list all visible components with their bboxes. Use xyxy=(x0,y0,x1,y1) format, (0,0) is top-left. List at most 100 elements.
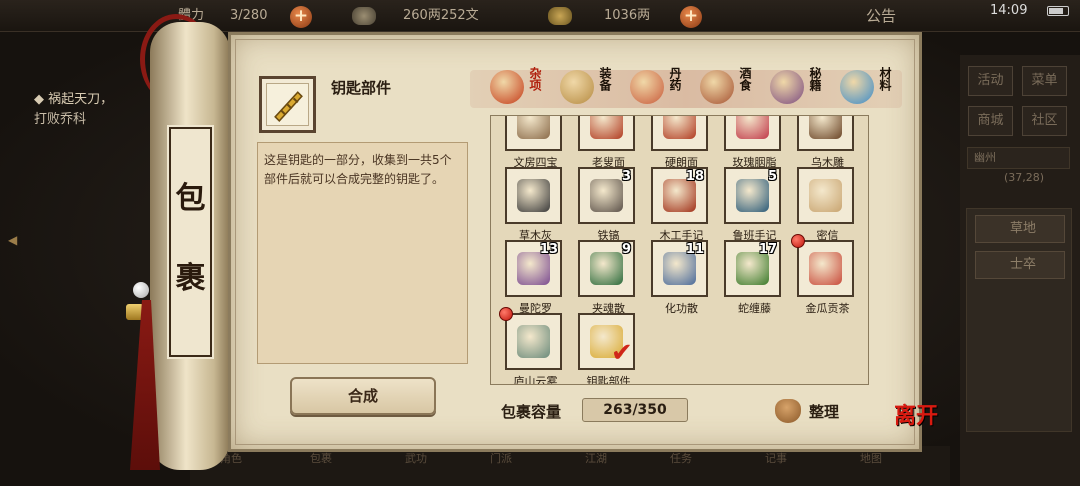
nav-task[interactable]: 任务 xyxy=(670,450,692,466)
location-coords: (37,28) xyxy=(1004,171,1045,184)
silver-icon xyxy=(352,7,376,25)
item-name: 金瓜贡茶 xyxy=(805,302,850,315)
tab-label: 装备 xyxy=(598,67,612,91)
material-crystal-icon xyxy=(840,70,874,104)
item-count: 3 xyxy=(621,169,631,184)
item-slot[interactable]: 庐山云雾 xyxy=(505,313,562,384)
item-description: 这是钥匙的一部分，收集到一共5个部件后就可以合成完整的钥匙了。 xyxy=(257,142,468,364)
item-slot[interactable]: 密信 xyxy=(797,167,854,242)
item-slot[interactable]: 18 木工手记 xyxy=(651,167,708,242)
activity-button[interactable]: 活动 xyxy=(968,66,1013,96)
tab-4[interactable]: 秘籍 xyxy=(758,66,828,112)
quest-title: 祸起天刀， xyxy=(48,92,114,107)
tab-label: 酒食 xyxy=(738,67,752,91)
nearby-item-grass[interactable]: 草地 xyxy=(975,215,1065,243)
item-slot[interactable]: 3 铁镐 xyxy=(578,167,635,242)
sort-button[interactable]: 整理 xyxy=(775,397,855,427)
capacity-value: 263/350 xyxy=(582,398,688,422)
add-stamina-button[interactable]: + xyxy=(290,6,312,28)
item-slot[interactable]: 乌木雕 xyxy=(797,116,854,169)
equipment-weapons-icon xyxy=(560,70,594,104)
add-gold-button[interactable]: + xyxy=(680,6,702,28)
community-button[interactable]: 社区 xyxy=(1022,106,1067,136)
tab-3[interactable]: 酒食 xyxy=(688,66,758,112)
nav-jianghu[interactable]: 江湖 xyxy=(585,450,607,466)
bottom-nav: 角色 包裹 武功 门派 江湖 任务 记事 地图 xyxy=(190,446,950,486)
craft-button[interactable]: 合成 xyxy=(290,377,436,415)
gold-ingot-icon xyxy=(548,7,572,25)
sundry-jar-icon xyxy=(490,70,524,104)
quest-subtitle: 打败乔科 xyxy=(34,112,87,127)
item-count: 11 xyxy=(685,242,704,257)
item-slot[interactable]: 17 蛇缠藤 xyxy=(724,240,781,315)
bag-title-char-2: 裹 xyxy=(175,261,206,296)
tab-label: 杂项 xyxy=(528,67,542,91)
item-slot[interactable]: 玫瑰胭脂 xyxy=(724,116,781,169)
nav-martial[interactable]: 武功 xyxy=(405,450,427,466)
location-bar[interactable]: 幽州 (37,28) xyxy=(967,147,1070,184)
tab-label: 秘籍 xyxy=(808,67,822,91)
collapse-left-icon[interactable]: ◀ xyxy=(8,233,24,249)
quest-tracker[interactable]: ◆ 祸起天刀， 打败乔科 xyxy=(34,90,144,130)
item-slot[interactable]: 草木灰 xyxy=(505,167,562,242)
gold-value: 1036两 xyxy=(604,8,651,23)
stamina-value: 3/280 xyxy=(230,8,268,23)
nearby-item-soldier[interactable]: 士卒 xyxy=(975,251,1065,279)
blue-book-icon xyxy=(736,179,769,212)
item-count: 18 xyxy=(685,169,704,184)
item-name: 蛇缠藤 xyxy=(738,302,771,315)
item-slot[interactable]: 9 夹魂散 xyxy=(578,240,635,315)
item-name: 化功散 xyxy=(665,302,698,315)
selected-check-icon: ✔ xyxy=(611,338,633,368)
battery-icon xyxy=(1047,6,1069,16)
notice-button[interactable]: 公告 xyxy=(866,5,896,26)
tab-1[interactable]: 装备 xyxy=(548,66,618,112)
nav-map[interactable]: 地图 xyxy=(860,450,882,466)
carving-icon xyxy=(809,116,842,139)
item-slot[interactable]: 硬朗面 xyxy=(651,116,708,169)
selected-item-name: 钥匙部件 xyxy=(331,79,392,97)
jade-bead xyxy=(133,282,149,298)
tab-2[interactable]: 丹药 xyxy=(618,66,688,112)
item-slot[interactable]: 13 曼陀罗 xyxy=(505,240,562,315)
tab-5[interactable]: 材料 xyxy=(828,66,898,112)
location-name: 幽州 xyxy=(974,151,996,164)
ash-icon xyxy=(517,179,550,212)
item-count: 5 xyxy=(767,169,777,184)
item-count: 17 xyxy=(758,242,777,257)
menu-button[interactable]: 菜单 xyxy=(1022,66,1067,96)
selected-item-icon xyxy=(259,76,316,133)
mask-icon xyxy=(590,116,623,139)
pill-plate-icon xyxy=(630,70,664,104)
item-slot[interactable]: 文房四宝 xyxy=(505,116,562,169)
wine-food-icon xyxy=(700,70,734,104)
item-slot[interactable]: 5 鲁班手记 xyxy=(724,167,781,242)
sort-bag-icon xyxy=(775,399,801,423)
mask-icon xyxy=(663,116,696,139)
item-slot[interactable]: 老叟面 xyxy=(578,116,635,169)
new-item-dot xyxy=(499,307,513,321)
bag-title-char-1: 包 xyxy=(175,181,206,216)
item-count: 9 xyxy=(621,242,631,257)
nearby-list: 草地 士卒 xyxy=(966,208,1072,432)
tea-cake-icon xyxy=(809,252,842,285)
silver-value: 260两252文 xyxy=(403,8,479,23)
medicine-bowl-icon xyxy=(590,252,623,285)
item-slot[interactable]: 金瓜贡茶 xyxy=(797,240,854,315)
nav-bag[interactable]: 包裹 xyxy=(310,450,332,466)
letter-icon xyxy=(809,179,842,212)
shop-button[interactable]: 商城 xyxy=(968,106,1013,136)
tab-label: 材料 xyxy=(878,67,892,91)
tab-label: 丹药 xyxy=(668,67,682,91)
nav-sect[interactable]: 门派 xyxy=(490,450,512,466)
key-part-icon xyxy=(274,91,303,123)
tab-0[interactable]: 杂项 xyxy=(478,66,548,112)
leave-button[interactable]: 离开 xyxy=(894,405,942,454)
item-grid[interactable]: 文房四宝 老叟面 硬朗面 玫瑰胭脂 乌木雕草木灰 3 铁镐 18 木工手记 5 鲁班手记 密信 13 曼陀… xyxy=(490,115,869,385)
nav-notes[interactable]: 记事 xyxy=(765,450,787,466)
manual-books-icon xyxy=(770,70,804,104)
item-name: 钥匙部件 xyxy=(586,375,631,385)
item-name: 庐山云雾 xyxy=(513,375,558,385)
capacity-label: 包裹容量 xyxy=(501,403,562,421)
item-slot[interactable]: 11 化功散 xyxy=(651,240,708,315)
